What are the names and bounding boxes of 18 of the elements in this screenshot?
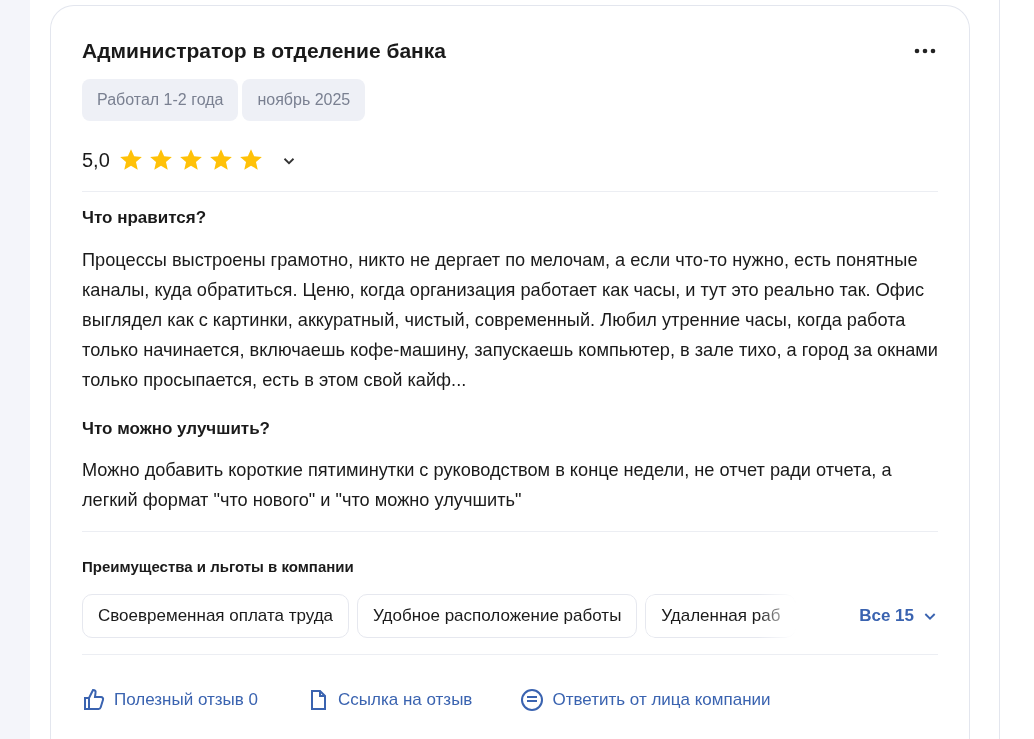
review-text: Процессы выстроены грамотно, никто не дергает по мелочам, а если что-то нужно, есть понятные каналы, куда обратиться. Ценю, когда организация работает как часы, и тут это реально так. Офис выглядел как с картинки, аккуратный, чистый, современный. Любил утренние часы, когда работа только начинается, включаешь кофе-машину, запускаешь компьютер, в зале тихо, а город за окнами только просыпается, есть в этом свой кайф... bbox=[82, 248, 938, 392]
more-options-icon[interactable] bbox=[912, 47, 938, 54]
show-all-benefits-button[interactable]: Все 15 bbox=[859, 603, 938, 629]
benefit-chip: Удобное расположение работы bbox=[357, 594, 638, 638]
review-text: Можно добавить короткие пятиминутки с руководством в конце недели, не отчет ради отчета, а легкий формат "что нового" и "что можно улучшить" bbox=[82, 458, 893, 512]
action-link[interactable]: Ссылка на отзыв bbox=[306, 686, 473, 713]
review-title: Администратор в отделение банка bbox=[82, 38, 446, 64]
chat-icon bbox=[520, 687, 545, 712]
benefit-chip: Своевременная оплата труда bbox=[82, 594, 350, 638]
benefits-heading: Преимущества и льготы в компании bbox=[82, 556, 355, 577]
info-tag: Работал 1-2 года bbox=[82, 79, 239, 122]
info-tag: ноябрь 2025 bbox=[242, 79, 366, 122]
rating-value: 5,0 bbox=[82, 148, 110, 174]
section-heading: Что можно улучшить? bbox=[82, 418, 271, 439]
action-link[interactable]: Полезный отзыв 0 bbox=[82, 686, 258, 713]
section-heading: Что нравится? bbox=[82, 208, 208, 229]
thumbs-up-icon bbox=[82, 687, 106, 712]
action-link[interactable]: Ответить от лица компании bbox=[520, 686, 771, 713]
